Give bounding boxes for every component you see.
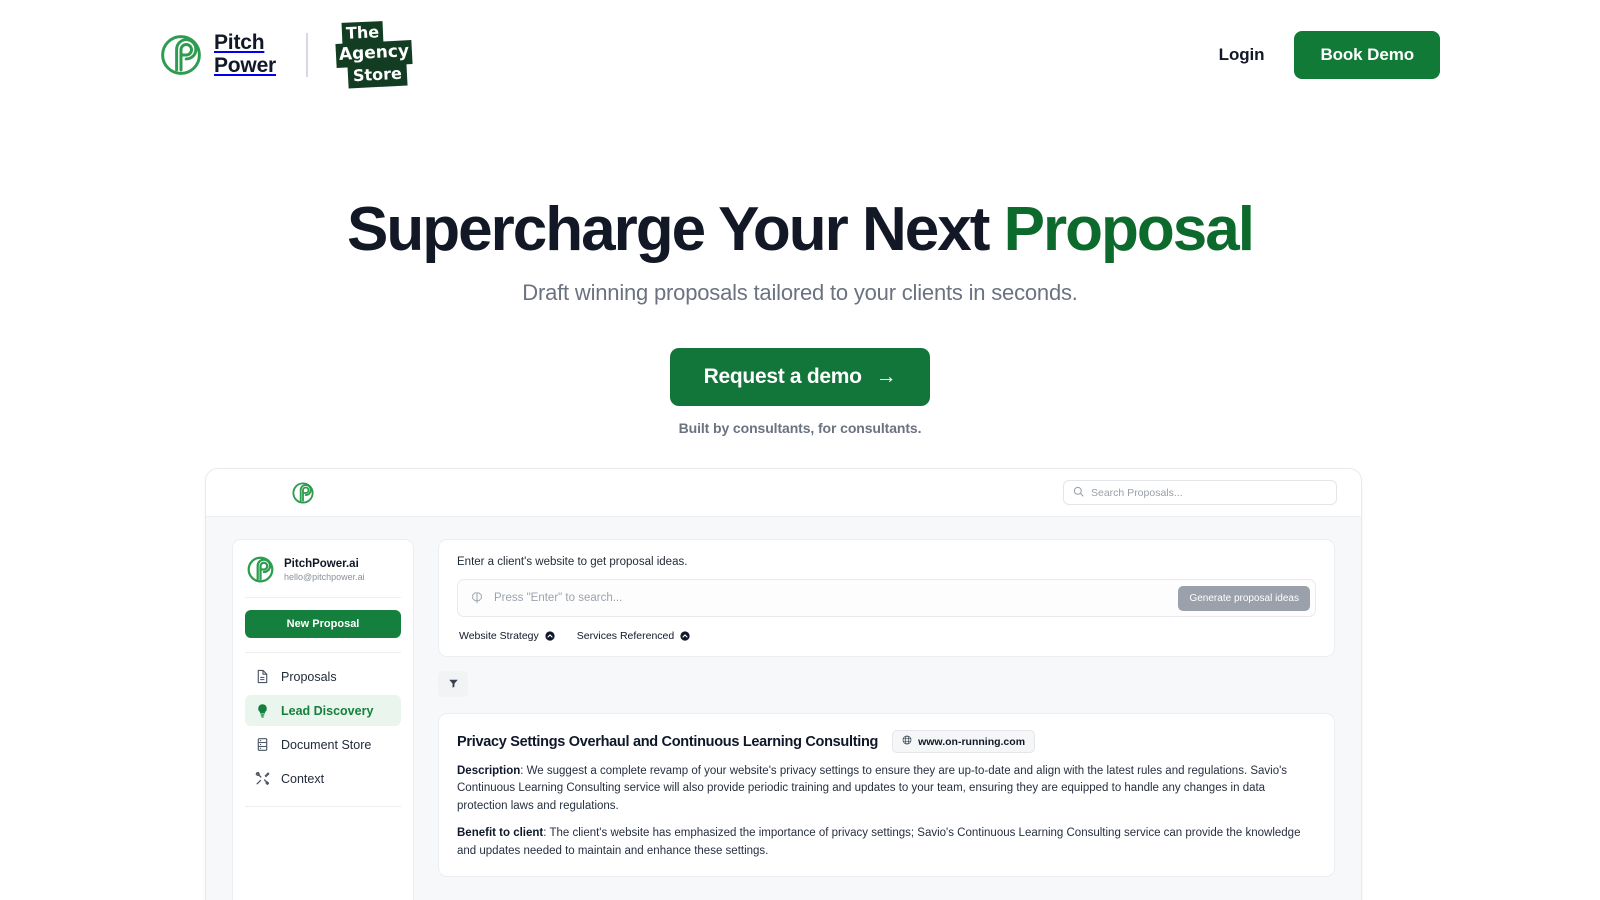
- hero-subheadline: Draft winning proposals tailored to your…: [522, 280, 1078, 306]
- proposal-description: Description: We suggest a complete revam…: [457, 763, 1316, 815]
- account-email: hello@pitchpower.ai: [284, 572, 365, 583]
- brain-icon: [470, 591, 484, 605]
- sidebar-item-label: Context: [281, 771, 325, 786]
- lead-discovery-search-panel: Enter a client's website to get proposal…: [438, 539, 1335, 657]
- app-topbar: Search Proposals...: [206, 469, 1361, 517]
- tools-icon: [255, 771, 270, 786]
- sidebar-item-document-store[interactable]: Document Store: [245, 729, 401, 760]
- brand-word-line1: Pitch: [214, 31, 265, 55]
- benefit-label: Benefit to client: [457, 827, 544, 840]
- chevron-up-circle-icon: [545, 631, 555, 641]
- pitchpower-spiral-p-icon: [160, 34, 202, 76]
- document-icon: [255, 669, 270, 684]
- website-search-placeholder: Press "Enter" to search...: [494, 592, 623, 604]
- proposal-idea-card[interactable]: Privacy Settings Overhaul and Continuous…: [438, 713, 1335, 878]
- hero-tagline: Built by consultants, for consultants.: [678, 420, 922, 437]
- sidebar-item-label: Lead Discovery: [281, 703, 374, 718]
- website-search-input[interactable]: Press "Enter" to search... Generate prop…: [457, 579, 1316, 617]
- top-navigation-bar: Pitch Power The Agency Store Login Book …: [0, 0, 1600, 110]
- chip-website-strategy[interactable]: Website Strategy: [459, 630, 555, 642]
- search-proposals-placeholder: Search Proposals...: [1091, 486, 1183, 499]
- source-domain-label: www.on-running.com: [918, 735, 1026, 748]
- pitchpower-spiral-p-icon: [292, 481, 314, 504]
- search-panel-label: Enter a client's website to get proposal…: [457, 556, 688, 568]
- chip-label: Website Strategy: [459, 630, 539, 642]
- filter-chips: Website Strategy Services Referenced: [457, 630, 1316, 642]
- benefit-text: : The client's website has emphasized th…: [457, 827, 1301, 857]
- description-label: Description: [457, 765, 521, 777]
- headline-accent: Proposal: [1003, 195, 1255, 264]
- agency-store-logo: The Agency Store: [335, 21, 414, 89]
- sidebar-item-context[interactable]: Context: [245, 763, 401, 794]
- brand-logo-link[interactable]: Pitch Power: [160, 31, 277, 77]
- sidebar-divider-top: [245, 597, 401, 598]
- request-demo-button[interactable]: Request a demo →: [669, 348, 931, 407]
- sidebar-item-label: Proposals: [281, 669, 337, 684]
- search-proposals-input[interactable]: Search Proposals...: [1063, 480, 1337, 505]
- agency-logo-line3: Store: [347, 62, 408, 89]
- brand-word-line2: Power: [214, 54, 277, 77]
- app-body: PitchPower.ai hello@pitchpower.ai New Pr…: [206, 517, 1361, 900]
- funnel-filter-icon: [448, 677, 459, 692]
- book-demo-button[interactable]: Book Demo: [1294, 31, 1440, 79]
- sidebar-item-proposals[interactable]: Proposals: [245, 661, 401, 692]
- login-link[interactable]: Login: [1219, 45, 1265, 65]
- headline-plain: Supercharge Your Next: [347, 195, 1004, 264]
- results-toolbar: [438, 671, 1335, 697]
- account-summary[interactable]: PitchPower.ai hello@pitchpower.ai: [245, 554, 401, 583]
- landing-page: Pitch Power The Agency Store Login Book …: [0, 0, 1600, 900]
- brand-wordmark: Pitch Power: [214, 31, 277, 77]
- globe-icon: [902, 735, 912, 748]
- sidebar-divider-mid: [245, 652, 401, 653]
- source-domain-badge[interactable]: www.on-running.com: [892, 730, 1036, 753]
- app-main-content: Enter a client's website to get proposal…: [438, 539, 1335, 900]
- brand-divider: [306, 33, 309, 77]
- hero-cta-wrapper: Request a demo →: [0, 348, 1600, 407]
- sidebar-item-label: Document Store: [281, 737, 372, 752]
- chevron-up-circle-icon: [680, 631, 690, 641]
- avatar: [247, 556, 274, 583]
- funnel-filter-button[interactable]: [438, 671, 468, 697]
- page-title: Supercharge Your Next Proposal: [0, 195, 1600, 264]
- proposal-idea-header: Privacy Settings Overhaul and Continuous…: [457, 730, 1316, 753]
- nav-actions: Login Book Demo: [1219, 31, 1440, 79]
- description-text: : We suggest a complete revamp of your w…: [457, 765, 1288, 812]
- generate-proposal-ideas-button[interactable]: Generate proposal ideas: [1178, 585, 1310, 611]
- sidebar-divider-bottom: [245, 806, 401, 807]
- arrow-right-icon: →: [875, 365, 897, 389]
- app-preview-window: Search Proposals... PitchPower.ai hello@…: [205, 468, 1362, 900]
- lightbulb-icon: [255, 703, 270, 718]
- request-demo-label: Request a demo: [703, 365, 862, 389]
- new-proposal-button[interactable]: New Proposal: [245, 610, 401, 638]
- database-icon: [255, 737, 270, 752]
- proposal-idea-title: Privacy Settings Overhaul and Continuous…: [457, 733, 879, 750]
- proposal-benefit: Benefit to client: The client's website …: [457, 825, 1316, 860]
- app-sidebar: PitchPower.ai hello@pitchpower.ai New Pr…: [232, 539, 414, 900]
- hero-section: Supercharge Your Next Proposal Draft win…: [0, 195, 1600, 437]
- sidebar-item-lead-discovery[interactable]: Lead Discovery: [245, 695, 401, 726]
- account-text: PitchPower.ai hello@pitchpower.ai: [284, 557, 365, 583]
- chip-services-referenced[interactable]: Services Referenced: [577, 630, 690, 642]
- account-name: PitchPower.ai: [284, 557, 359, 570]
- chip-label: Services Referenced: [576, 630, 675, 642]
- search-icon: [1073, 484, 1084, 502]
